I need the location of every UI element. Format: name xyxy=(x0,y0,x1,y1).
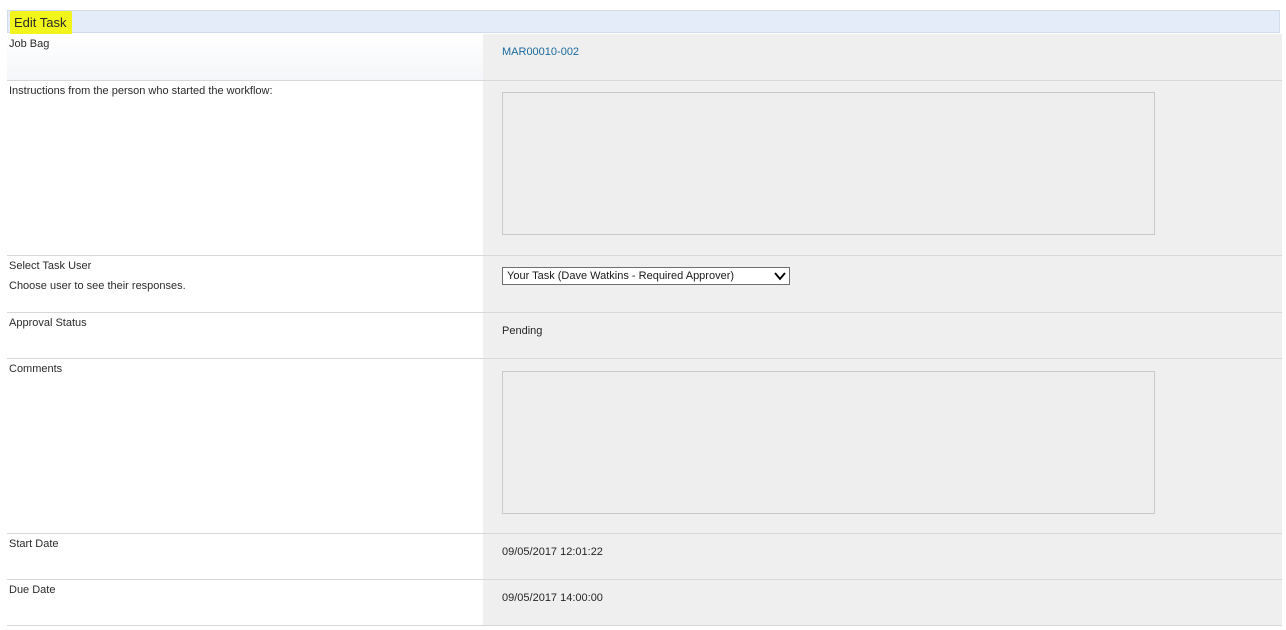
start-date-value: 09/05/2017 12:01:22 xyxy=(502,546,603,558)
task-user-label: Select Task User xyxy=(9,260,92,272)
approval-status-label: Approval Status xyxy=(9,317,87,329)
start-date-row: Start Date 09/05/2017 12:01:22 xyxy=(7,534,1282,580)
comments-label: Comments xyxy=(9,363,63,375)
job-bag-row: Job Bag MAR00010-002 xyxy=(7,34,1282,81)
comments-row: Comments xyxy=(7,359,1282,534)
instructions-row: Instructions from the person who started… xyxy=(7,81,1282,256)
job-bag-label-cell: Job Bag xyxy=(7,34,483,80)
approval-status-value: Pending xyxy=(502,325,543,337)
job-bag-value-cell: MAR00010-002 xyxy=(483,34,1282,80)
instructions-label-cell: Instructions from the person who started… xyxy=(7,81,483,255)
chevron-down-icon xyxy=(774,272,786,281)
comments-label-cell: Comments xyxy=(7,359,483,533)
task-user-select[interactable]: Your Task (Dave Watkins - Required Appro… xyxy=(502,267,790,285)
task-user-row: Select Task User Choose user to see thei… xyxy=(7,256,1282,313)
form-header: Edit Task xyxy=(7,10,1280,35)
task-user-sublabel: Choose user to see their responses. xyxy=(9,280,186,292)
task-user-selected-value: Your Task (Dave Watkins - Required Appro… xyxy=(507,270,735,282)
approval-status-value-cell: Pending xyxy=(483,313,1282,358)
start-date-label: Start Date xyxy=(9,538,59,550)
start-date-value-cell: 09/05/2017 12:01:22 xyxy=(483,534,1282,579)
instructions-textbox xyxy=(502,92,1155,235)
comments-textbox[interactable] xyxy=(502,371,1155,514)
due-date-label: Due Date xyxy=(9,584,56,596)
instructions-label: Instructions from the person who started… xyxy=(9,85,273,97)
start-date-label-cell: Start Date xyxy=(7,534,483,579)
task-user-label-cell: Select Task User Choose user to see thei… xyxy=(7,256,483,312)
approval-status-row: Approval Status Pending xyxy=(7,313,1282,359)
instructions-value-cell xyxy=(483,81,1282,255)
due-date-value-cell: 09/05/2017 14:00:00 xyxy=(483,580,1282,625)
due-date-row: Due Date 09/05/2017 14:00:00 xyxy=(7,580,1282,626)
task-user-value-cell: Your Task (Dave Watkins - Required Appro… xyxy=(483,256,1282,312)
due-date-label-cell: Due Date xyxy=(7,580,483,625)
page-title: Edit Task xyxy=(10,11,72,35)
job-bag-link[interactable]: MAR00010-002 xyxy=(502,45,579,59)
job-bag-label: Job Bag xyxy=(9,38,50,50)
due-date-value: 09/05/2017 14:00:00 xyxy=(502,592,603,604)
approval-status-label-cell: Approval Status xyxy=(7,313,483,358)
comments-value-cell xyxy=(483,359,1282,533)
